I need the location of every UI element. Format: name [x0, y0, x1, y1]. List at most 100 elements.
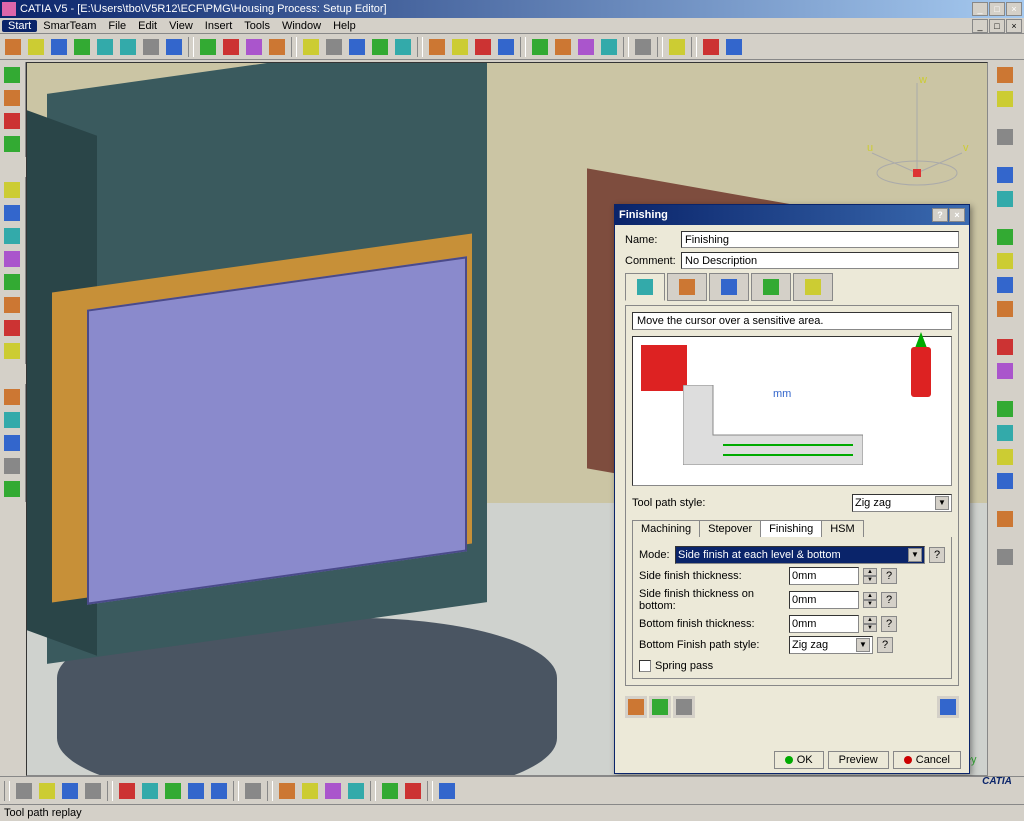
tb-multiview-icon[interactable]	[163, 36, 185, 58]
name-input[interactable]	[681, 231, 959, 248]
lt-pocket-icon[interactable]	[1, 179, 23, 201]
lt-nc-icon[interactable]	[1, 432, 23, 454]
rt-arrow-icon[interactable]	[990, 126, 1020, 148]
tb-flyto-icon[interactable]	[2, 36, 24, 58]
lt-drilling-icon[interactable]	[1, 248, 23, 270]
bt-save-icon[interactable]	[59, 780, 81, 802]
tb-iso4-icon[interactable]	[598, 36, 620, 58]
bt-copy-icon[interactable]	[139, 780, 161, 802]
mdi-minimize-button[interactable]: _	[972, 19, 988, 33]
chevron-down-icon[interactable]: ▼	[856, 638, 870, 652]
rt-select-icon[interactable]	[990, 88, 1020, 110]
tb-wireframe-icon[interactable]	[300, 36, 322, 58]
bt-b-icon[interactable]	[299, 780, 321, 802]
cancel-button[interactable]: Cancel	[893, 751, 961, 769]
tb-cube-icon[interactable]	[323, 36, 345, 58]
bt-c-icon[interactable]	[322, 780, 344, 802]
tb-render-icon[interactable]	[346, 36, 368, 58]
rt-c-icon[interactable]	[990, 274, 1020, 296]
subtab-stepover[interactable]: Stepover	[699, 520, 761, 537]
spring-pass-checkbox[interactable]	[639, 660, 651, 672]
tb-iso1-icon[interactable]	[529, 36, 551, 58]
tab-feeds-icon[interactable]	[751, 273, 791, 301]
bt-g-icon[interactable]	[436, 780, 458, 802]
part-l-shape-icon[interactable]: mm	[683, 385, 863, 465]
subtab-finishing[interactable]: Finishing	[760, 520, 822, 537]
lt-doc-icon[interactable]	[1, 455, 23, 477]
spin-up-icon[interactable]: ▲	[863, 592, 877, 600]
maximize-button[interactable]: □	[989, 2, 1005, 16]
tb-rotate-icon[interactable]	[71, 36, 93, 58]
lt-replay-icon[interactable]	[1, 386, 23, 408]
rt-h-icon[interactable]	[990, 422, 1020, 444]
menu-view[interactable]: View	[163, 20, 199, 32]
bt-cut-icon[interactable]	[116, 780, 138, 802]
rt-b-icon[interactable]	[990, 250, 1020, 272]
tb-iso2-icon[interactable]	[552, 36, 574, 58]
side-bottom-help[interactable]: ?	[881, 592, 897, 608]
lt-stock-icon[interactable]	[1, 110, 23, 132]
lt-profile-icon[interactable]	[1, 202, 23, 224]
spin-down-icon[interactable]: ▼	[863, 576, 877, 584]
bottom-thick-input[interactable]: 0mm	[789, 615, 859, 633]
bottom-path-help[interactable]: ?	[877, 637, 893, 653]
lt-bore-icon[interactable]	[1, 340, 23, 362]
bt-f-icon[interactable]	[402, 780, 424, 802]
subtab-hsm[interactable]: HSM	[821, 520, 863, 537]
tb-measure-icon[interactable]	[723, 36, 745, 58]
comment-input[interactable]	[681, 252, 959, 269]
menu-start[interactable]: Start	[2, 20, 37, 32]
mdi-close-button[interactable]: ×	[1006, 19, 1022, 33]
bt-formula-icon[interactable]	[242, 780, 264, 802]
rt-i-icon[interactable]	[990, 446, 1020, 468]
tb-props-icon[interactable]	[266, 36, 288, 58]
spin-down-icon[interactable]: ▼	[863, 624, 877, 632]
bt-redo-icon[interactable]	[208, 780, 230, 802]
bt-paste-icon[interactable]	[162, 780, 184, 802]
rt-g-icon[interactable]	[990, 398, 1020, 420]
bt-new-icon[interactable]	[13, 780, 35, 802]
rt-e-icon[interactable]	[990, 336, 1020, 358]
menu-file[interactable]: File	[102, 20, 132, 32]
rt-d-icon[interactable]	[990, 298, 1020, 320]
compass-gizmo[interactable]: w u v	[857, 73, 977, 193]
tb-zoomout-icon[interactable]	[117, 36, 139, 58]
bt-undo-icon[interactable]	[185, 780, 207, 802]
lt-slot-icon[interactable]	[1, 294, 23, 316]
tb-fitall-icon[interactable]	[25, 36, 47, 58]
side-bottom-input[interactable]: 0mm	[789, 591, 859, 609]
tb-grid-icon[interactable]	[632, 36, 654, 58]
chevron-down-icon[interactable]: ▼	[908, 548, 922, 562]
tb-point-icon[interactable]	[449, 36, 471, 58]
simulate-tool-icon[interactable]	[649, 696, 671, 718]
tb-swap-icon[interactable]	[243, 36, 265, 58]
rt-a-icon[interactable]	[990, 226, 1020, 248]
rt-j-icon[interactable]	[990, 470, 1020, 492]
side-thick-help[interactable]: ?	[881, 568, 897, 584]
close-button[interactable]: ×	[1006, 2, 1022, 16]
sensitive-diagram[interactable]: mm	[632, 336, 952, 486]
spin-up-icon[interactable]: ▲	[863, 616, 877, 624]
mode-help-button[interactable]: ?	[929, 547, 945, 563]
menu-tools[interactable]: Tools	[238, 20, 276, 32]
minimize-button[interactable]: _	[972, 2, 988, 16]
mdi-restore-button[interactable]: □	[989, 19, 1005, 33]
chevron-down-icon[interactable]: ▼	[935, 496, 949, 510]
lt-thread-icon[interactable]	[1, 317, 23, 339]
tb-axis-icon[interactable]	[426, 36, 448, 58]
lt-machining-icon[interactable]	[1, 64, 23, 86]
lt-setup-icon[interactable]	[1, 87, 23, 109]
menu-edit[interactable]: Edit	[132, 20, 163, 32]
spin-up-icon[interactable]: ▲	[863, 568, 877, 576]
rt-plane-icon[interactable]	[990, 188, 1020, 210]
rt-geom-icon[interactable]	[990, 164, 1020, 186]
bt-e-icon[interactable]	[379, 780, 401, 802]
dialog-help-button[interactable]: ?	[932, 208, 948, 222]
tb-line-icon[interactable]	[472, 36, 494, 58]
mode-combo[interactable]: Side finish at each level & bottom ▼	[675, 546, 925, 564]
tab-tool-icon[interactable]	[709, 273, 749, 301]
lt-lib-icon[interactable]	[1, 478, 23, 500]
bottom-path-combo[interactable]: Zig zag ▼	[789, 636, 873, 654]
lt-facing-icon[interactable]	[1, 225, 23, 247]
tb-texture-icon[interactable]	[392, 36, 414, 58]
